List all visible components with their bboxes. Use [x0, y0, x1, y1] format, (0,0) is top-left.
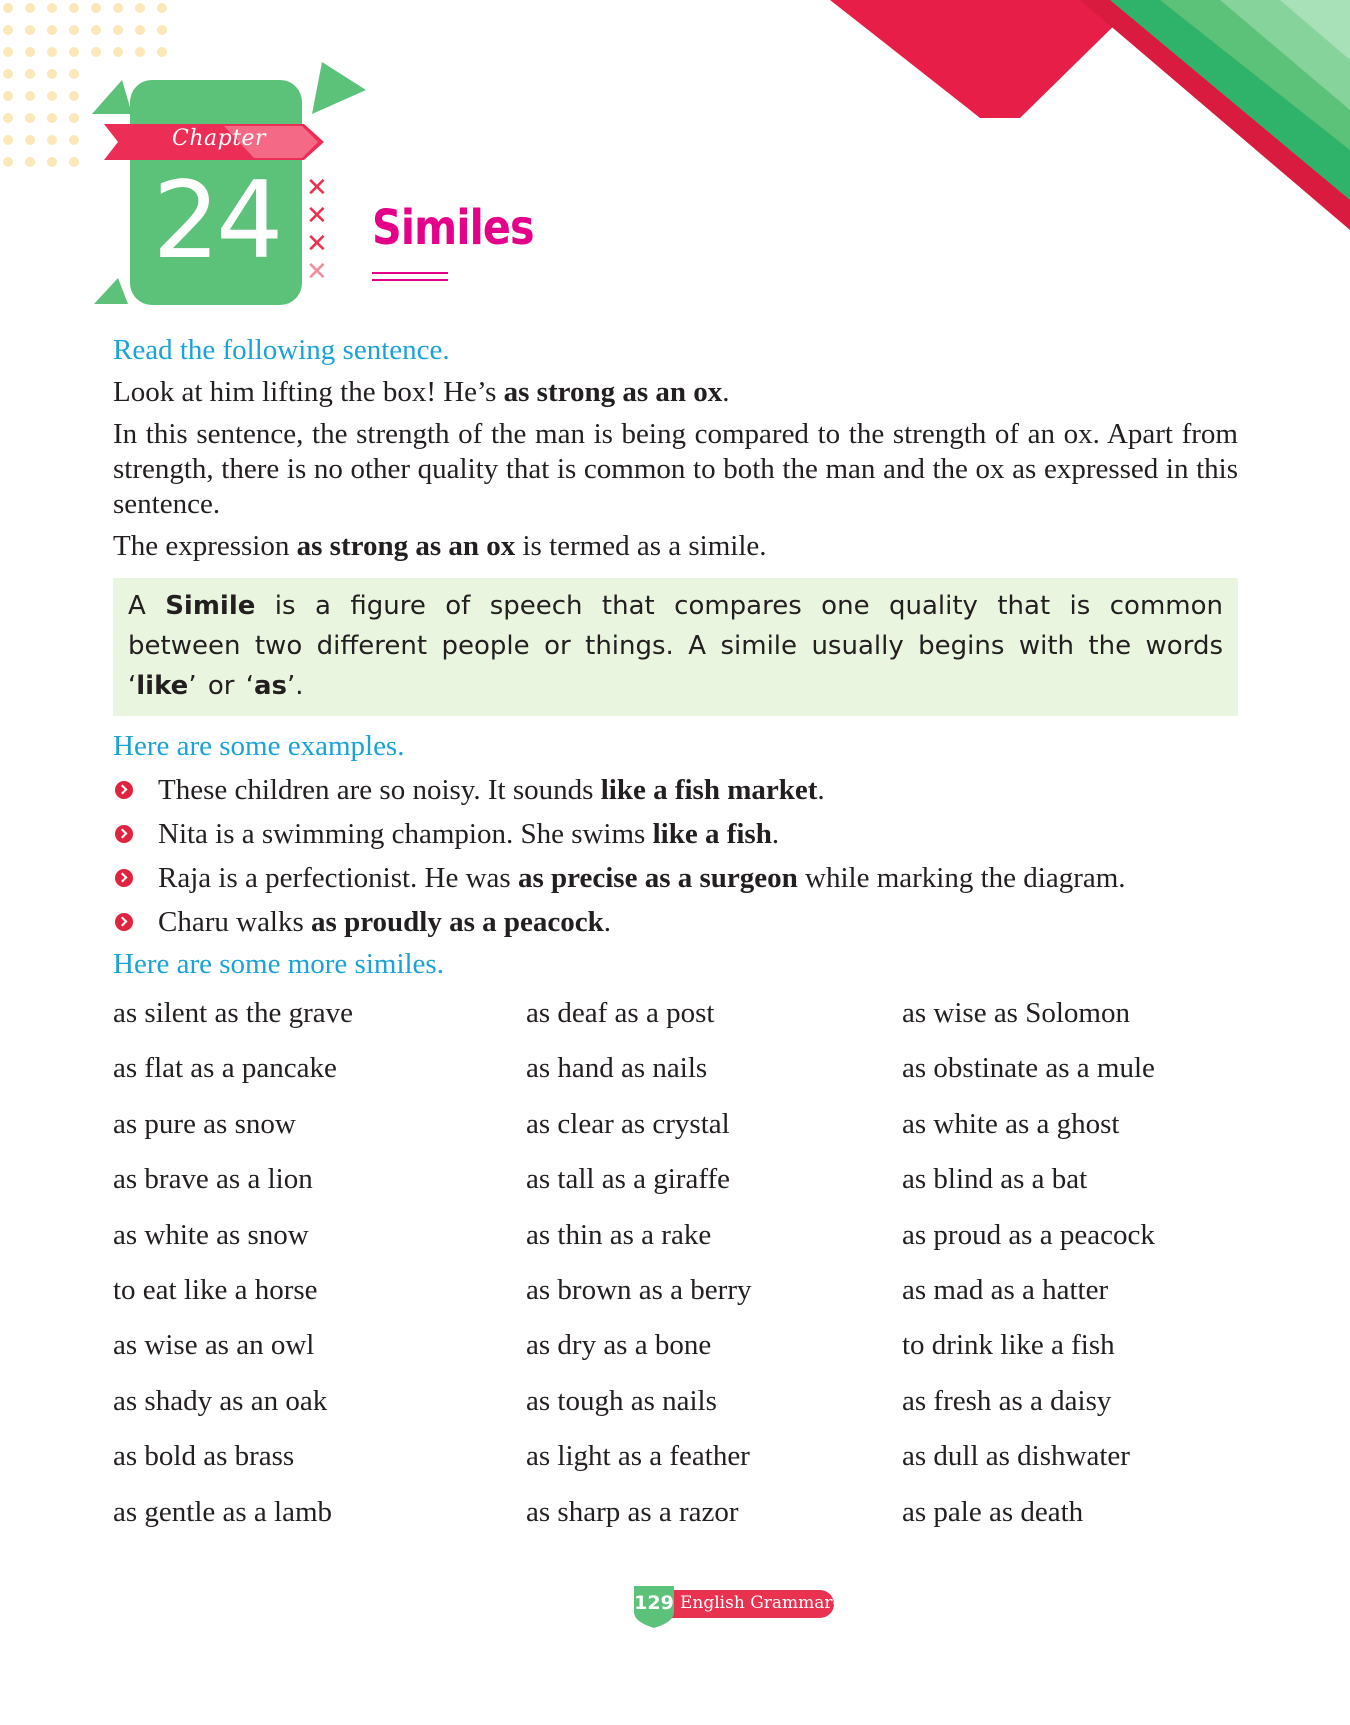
text-run: . [771, 818, 780, 850]
chapter-title: Similes [372, 200, 535, 256]
text-run: ’. [287, 671, 304, 701]
simile-item: to eat like a horse [113, 1273, 318, 1306]
page-content: Read the following sentence. Look at him… [113, 332, 1238, 1546]
simile-item: as sharp as a razor [526, 1495, 739, 1528]
simile-item: as obstinate as a mule [902, 1052, 1155, 1085]
text-run: Charu walks [158, 906, 312, 938]
text-run: Look at him lifting the box! He’s [113, 376, 504, 408]
triangle-decoration [312, 62, 366, 114]
simile-item: as wise as Solomon [902, 997, 1130, 1029]
simile-item: as white as a ghost [902, 1107, 1120, 1140]
text-run: These children are so noisy. It sounds [158, 774, 601, 806]
simile-item: as brown as a berry [526, 1273, 752, 1306]
bold-simile: as precise as a surgeon [517, 862, 798, 894]
simile-item: as light as a feather [526, 1440, 750, 1473]
simile-item: as shady as an oak [113, 1384, 328, 1417]
simile-item: as gentle as a lamb [113, 1495, 333, 1528]
chapter-badge: Chapter 24 ✕ ✕ ✕ ✕ [92, 60, 380, 310]
chevron-bullet-icon [115, 869, 133, 887]
simile-item: as bold as brass [113, 1440, 295, 1473]
book-name: English Grammar-7 [680, 1593, 850, 1613]
text-run: . [722, 376, 730, 408]
definition-box: A Simile is a figure of speech that comp… [113, 578, 1238, 716]
text-run: The expression [113, 530, 297, 562]
list-item: These children are so noisy. It sounds l… [113, 768, 1238, 812]
simile-item: as dull as dishwater [902, 1440, 1130, 1473]
bold-simile: as proudly as a peacock [311, 906, 604, 938]
similes-grid: as silent as the grave as flat as a panc… [113, 986, 1238, 1546]
simile-item: as mad as a hatter [902, 1273, 1109, 1306]
intro-explanation: In this sentence, the strength of the ma… [113, 418, 1238, 520]
section-heading-more-similes: Here are some more similes. [113, 948, 444, 980]
title-underline [372, 272, 448, 274]
bold-simile: like a fish [652, 818, 772, 850]
chevron-bullet-icon [115, 825, 133, 843]
page-number: 129 [634, 1592, 674, 1614]
section-heading-read: Read the following sentence. [113, 334, 450, 366]
cross-marks-decoration: ✕ ✕ ✕ ✕ [306, 174, 330, 286]
simile-item: as silent as the grave [113, 997, 353, 1029]
simile-item: as tough as nails [526, 1384, 717, 1417]
simile-item: as fresh as a daisy [902, 1384, 1112, 1417]
simile-item: to drink like a fish [902, 1329, 1115, 1362]
keyword-like: like [136, 671, 189, 701]
text-run: . [603, 906, 612, 938]
text-run: while marking the diagram. [797, 862, 1126, 894]
list-item: Nita is a swimming champion. She swims l… [113, 812, 1238, 856]
text-run: . [817, 774, 825, 806]
chapter-number: 24 [152, 159, 284, 282]
bold-simile: like a fish market [600, 774, 818, 806]
chevron-bullet-icon [115, 913, 133, 931]
keyword-as: as [253, 671, 288, 701]
cross-icon: ✕ [306, 201, 328, 231]
definition-term: Simile [165, 591, 256, 621]
page-footer: 129 English Grammar-7 [630, 1582, 849, 1628]
cross-icon: ✕ [306, 173, 328, 203]
title-underline [372, 279, 448, 281]
simile-item: as clear as crystal [526, 1107, 730, 1140]
similes-column-2: as deaf as a post as hand as nails as cl… [526, 986, 751, 1540]
triangle-decoration [94, 278, 128, 304]
cross-icon: ✕ [306, 229, 328, 259]
similes-column-1: as silent as the grave as flat as a panc… [113, 986, 353, 1540]
section-heading-examples: Here are some examples. [113, 730, 405, 762]
text-run: is termed as a simile. [515, 530, 767, 562]
corner-ribbon-decoration [830, 0, 1350, 230]
simile-item: as blind as a bat [902, 1163, 1088, 1196]
simile-item: as hand as nails [526, 1052, 708, 1085]
chapter-label: Chapter [172, 126, 267, 151]
text-run: Nita is a swimming champion. She swims [158, 818, 653, 850]
examples-list: These children are so noisy. It sounds l… [113, 768, 1238, 944]
simile-item: as proud as a peacock [902, 1218, 1155, 1251]
simile-item: as flat as a pancake [113, 1052, 337, 1085]
simile-item: as white as snow [113, 1218, 309, 1251]
simile-item: as pure as snow [113, 1107, 296, 1140]
chevron-bullet-icon [115, 781, 133, 799]
cross-icon: ✕ [306, 257, 328, 287]
bold-simile: as strong as an ox [503, 376, 723, 408]
text-run: A [128, 591, 166, 621]
list-item: Raja is a perfectionist. He was as preci… [113, 856, 1238, 900]
simile-item: as tall as a giraffe [526, 1163, 730, 1196]
simile-item: as deaf as a post [526, 997, 715, 1029]
bold-simile: as strong as an ox [296, 530, 516, 562]
simile-item: as pale as death [902, 1495, 1084, 1528]
simile-item: as brave as a lion [113, 1163, 313, 1196]
simile-item: as thin as a rake [526, 1218, 712, 1251]
similes-column-3: as wise as Solomon as obstinate as a mul… [902, 986, 1155, 1540]
intro-sentence: Look at him lifting the box! He’s as str… [113, 375, 1238, 410]
list-item: Charu walks as proudly as a peacock. [113, 900, 1238, 944]
text-run: Raja is a perfectionist. He was [158, 862, 518, 894]
intro-expression: The expression as strong as an ox is ter… [113, 529, 1238, 564]
text-run: ’ or ‘ [188, 671, 254, 701]
simile-item: as wise as an owl [113, 1329, 315, 1362]
simile-item: as dry as a bone [526, 1329, 712, 1362]
triangle-decoration [92, 80, 132, 114]
